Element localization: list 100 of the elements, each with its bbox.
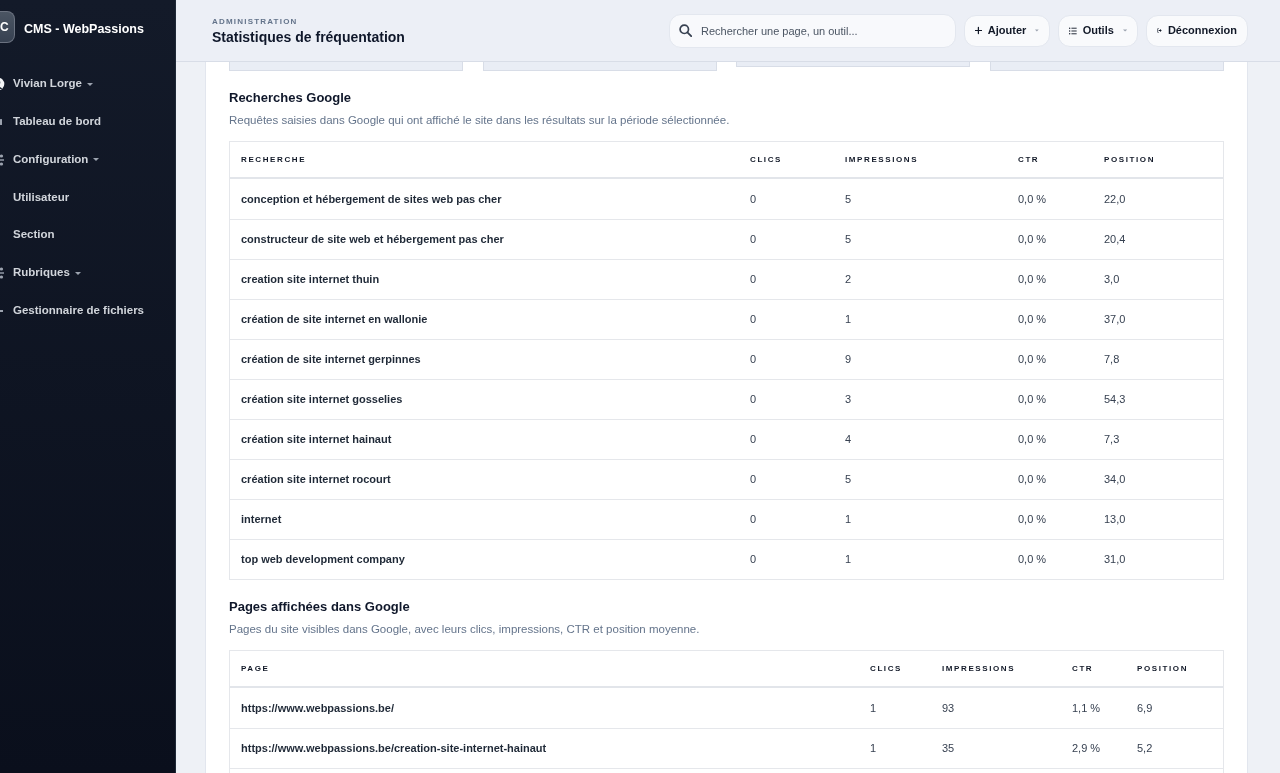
table-cell-text: 2	[844, 272, 853, 288]
table-cell-text: 0,0 %	[1017, 432, 1048, 448]
section-description: Pages du site visibles dans Google, avec leurs clics, impressions, CTR et position moyenne.	[229, 622, 701, 637]
table-cell-text: 3,0	[1103, 272, 1121, 288]
section-description: Requêtes saisies dans Google qui ont affiché le site dans les résultats sur la période sélectionnée.	[229, 113, 731, 128]
column-header: POSITION	[1103, 153, 1157, 166]
header-button[interactable]: Ajouter	[964, 14, 1050, 47]
nav-link[interactable]: Configuration	[13, 150, 100, 169]
table-cell-text: 5,2	[1136, 741, 1154, 757]
table-cell-text: 0,0 %	[1017, 232, 1048, 248]
section-title: Recherches Google	[229, 90, 353, 106]
table-cell-text: 1	[844, 512, 853, 528]
table-cell-text: création site internet hainaut	[240, 432, 393, 448]
table-cell-text: 0,0 %	[1017, 512, 1048, 528]
table-cell-text: 6,9	[1136, 700, 1154, 716]
table-cell-text: 0	[749, 232, 758, 248]
table-cell-text: 0	[749, 352, 758, 368]
column-header: IMPRESSIONS	[844, 153, 920, 166]
table-cell-text: conception et hébergement de sites web pas cher	[240, 191, 503, 207]
plus-icon	[975, 25, 982, 36]
table-cell-text: 20,4	[1103, 232, 1127, 248]
search-icon	[679, 23, 692, 37]
column-header: CLICS	[869, 662, 903, 675]
page-eyebrow: ADMINISTRATION	[212, 17, 299, 27]
tab[interactable]	[990, 62, 1224, 71]
table-cell-text: 7,3	[1103, 432, 1121, 448]
tab[interactable]	[482, 62, 717, 71]
table-cell-text: 54,3	[1103, 392, 1127, 408]
table-cell-text: 1	[844, 312, 853, 328]
table-cell-text: 0	[749, 512, 758, 528]
table-cell-text: 0,0 %	[1017, 272, 1048, 288]
section-title: Pages affichées dans Google	[229, 599, 411, 615]
table-cell-text: 0	[749, 552, 758, 568]
table-cell-text: création site internet gosselies	[240, 392, 404, 408]
table-cell-text: 0	[749, 312, 758, 328]
table-cell-text: 37,0	[1103, 312, 1127, 328]
table-cell-text: 5	[844, 191, 853, 207]
table-cell-text: 34,0	[1103, 472, 1127, 488]
table-cell-text: 1	[869, 700, 878, 716]
table-cell-text: 0	[749, 272, 758, 288]
search-field[interactable]: Rechercher une page, un outil...	[669, 13, 956, 48]
nav-icon	[0, 309, 3, 312]
table-cell-text: 0,0 %	[1017, 312, 1048, 328]
nav-link[interactable]: Rubriques	[13, 264, 81, 282]
nav-icon	[0, 153, 4, 166]
logout-icon	[1157, 25, 1162, 36]
table-cell-text: création de site internet en wallonie	[240, 312, 429, 328]
table-cell-text: 13,0	[1103, 512, 1127, 528]
header-button[interactable]: Déconnexion	[1146, 14, 1248, 47]
table-cell-text: 35	[941, 741, 956, 757]
tab[interactable]	[229, 62, 463, 71]
table-cell-text: 0,0 %	[1017, 472, 1048, 488]
list-icon	[1069, 25, 1077, 36]
table-cell-text: 0,0 %	[1017, 191, 1048, 207]
table-cell-text: 0	[749, 392, 758, 408]
table-cell-text: creation site internet thuin	[240, 272, 381, 288]
column-header: POSITION	[1136, 662, 1190, 675]
table-cell-text: 9	[844, 352, 853, 368]
table-cell-text: 1,1 %	[1071, 700, 1102, 716]
table-cell-text: 7,8	[1103, 352, 1121, 368]
table-cell-text: 93	[941, 700, 956, 716]
nav-link[interactable]: Utilisateur	[13, 188, 70, 206]
nav-link[interactable]: Section	[13, 226, 55, 244]
table-cell-text: 22,0	[1103, 191, 1127, 207]
table-cell-text: 0	[749, 472, 758, 488]
column-header: CTR	[1071, 662, 1095, 675]
table-cell-text: 31,0	[1103, 552, 1127, 568]
logo-badge: C	[0, 11, 15, 43]
table-cell-text: 0,0 %	[1017, 352, 1048, 368]
table-cell-text: 1	[869, 741, 878, 757]
column-header: IMPRESSIONS	[941, 662, 1017, 675]
table-cell-text: 0	[749, 191, 758, 207]
header-button[interactable]: Outils	[1058, 14, 1138, 47]
table-cell-text: création de site internet gerpinnes	[240, 352, 422, 368]
table-cell-text: constructeur de site web et hébergement pas cher	[240, 232, 505, 248]
nav-link[interactable]: Tableau de bord	[13, 113, 101, 131]
nav-link[interactable]: Vivian Lorge	[13, 75, 93, 93]
table-cell-text: 2,9 %	[1071, 741, 1102, 757]
table-cell-text: 0,0 %	[1017, 552, 1048, 568]
app-title: CMS - WebPassions	[24, 21, 144, 38]
table-cell-text: 4	[844, 432, 853, 448]
table-cell-text: 5	[844, 472, 853, 488]
table-cell-text: https://www.webpassions.be/	[240, 700, 395, 716]
table-cell-text: top web development company	[240, 552, 406, 568]
nav-link[interactable]: Gestionnaire de fichiers	[13, 302, 144, 320]
table-cell-text: internet	[240, 512, 283, 528]
column-header: RECHERCHE	[240, 153, 308, 166]
table-cell-text: 3	[844, 392, 853, 408]
column-header: CLICS	[749, 153, 783, 166]
column-header: CTR	[1017, 153, 1041, 166]
tab[interactable]	[736, 62, 971, 67]
table-cell-text: https://www.webpassions.be/creation-site-internet-hainaut	[240, 741, 548, 757]
table-cell-text: 1	[844, 552, 853, 568]
table-cell-text: création site internet rocourt	[240, 472, 392, 488]
nav-icon	[0, 267, 4, 279]
table-cell-text: 5	[844, 232, 853, 248]
column-header: PAGE	[240, 662, 271, 675]
table-cell-text: 0	[749, 432, 758, 448]
page-title: Statistiques de fréquentation	[212, 28, 405, 46]
table-cell-text: 0,0 %	[1017, 392, 1048, 408]
